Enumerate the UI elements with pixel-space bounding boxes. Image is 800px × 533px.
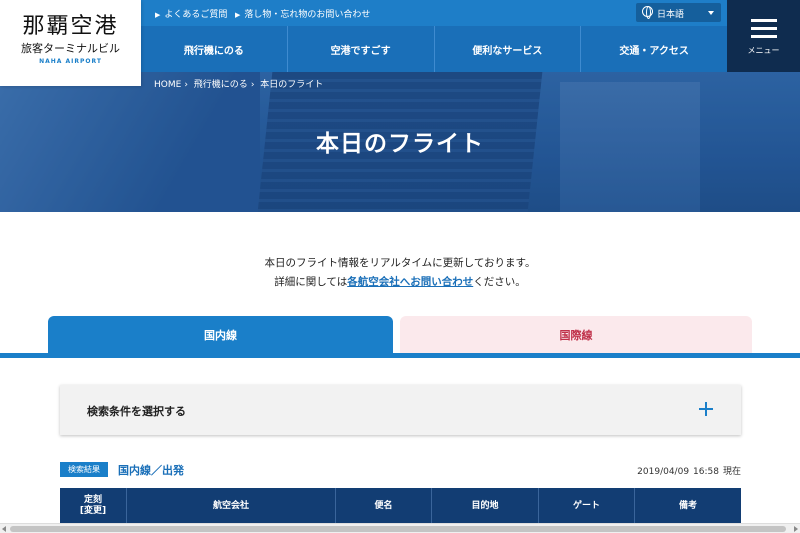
top-utility-bar: ▶ よくあるご質問 ▶ 落し物・忘れ物のお問い合わせ 日本語 — [141, 0, 727, 26]
breadcrumb-boarding[interactable]: 飛行機にのる — [194, 80, 248, 90]
result-title: 国内線／出発 — [118, 464, 184, 477]
column-airline: 航空会社 — [126, 488, 335, 524]
menu-button[interactable]: メニュー — [727, 0, 800, 72]
breadcrumb-separator-icon: › — [250, 80, 255, 90]
intro-line-2-suffix: ください。 — [473, 276, 526, 288]
update-suffix: 現在 — [722, 467, 741, 477]
caret-down-icon — [708, 11, 714, 15]
breadcrumb: HOME › 飛行機にのる › 本日のフライト — [154, 77, 326, 90]
nav-item-access[interactable]: 交通・アクセス — [580, 26, 727, 72]
intro-line-2-prefix: 詳細に関しては — [274, 276, 348, 288]
update-time: 16:58 — [693, 467, 719, 477]
column-scheduled: 定刻 [変更] — [60, 488, 126, 524]
chevron-right-icon: ▶ — [235, 11, 241, 19]
faq-link[interactable]: ▶ よくあるご質問 — [155, 7, 227, 20]
hamburger-icon — [751, 35, 777, 38]
search-conditions-label: 検索条件を選択する — [87, 405, 186, 418]
breadcrumb-home[interactable]: HOME — [154, 80, 181, 90]
lost-found-link[interactable]: ▶ 落し物・忘れ物のお問い合わせ — [235, 7, 370, 20]
main-nav: 飛行機にのる 空港ですごす 便利なサービス 交通・アクセス — [141, 26, 727, 72]
tab-underline — [0, 353, 800, 358]
hamburger-icon — [751, 27, 777, 30]
tab-domestic[interactable]: 国内線 — [48, 316, 393, 354]
column-destination: 目的地 — [431, 488, 538, 524]
horizontal-scrollbar[interactable] — [0, 523, 800, 533]
page: 那覇空港 旅客ターミナルビル NAHA AIRPORT ▶ よくあるご質問 ▶ 落し… — [0, 0, 800, 533]
column-gate: ゲート — [538, 488, 634, 524]
chevron-right-icon: ▶ — [155, 11, 161, 19]
update-date: 2019/04/09 — [637, 467, 690, 477]
column-remarks: 備考 — [634, 488, 741, 524]
intro-line-1: 本日のフライト情報をリアルタイムに更新しております。 — [264, 257, 536, 269]
hamburger-icon — [751, 19, 777, 22]
globe-icon — [642, 6, 653, 19]
breadcrumb-current: 本日のフライト — [260, 80, 324, 90]
logo-en-text: NAHA AIRPORT — [39, 58, 102, 65]
nav-item-boarding[interactable]: 飛行機にのる — [141, 26, 287, 72]
flight-table-header: 定刻 [変更] 航空会社 便名 目的地 ゲート 備考 — [60, 488, 741, 524]
logo-sub-text: 旅客ターミナルビル — [21, 42, 120, 55]
column-flight-number: 便名 — [335, 488, 431, 524]
page-title: 本日のフライト — [316, 131, 484, 157]
tab-international[interactable]: 国際線 — [400, 316, 752, 354]
plus-icon — [699, 402, 713, 416]
menu-label: メニュー — [747, 46, 780, 55]
airline-contact-link[interactable]: 各航空会社へお問い合わせ — [347, 276, 473, 288]
column-changed-label: [変更] — [79, 506, 107, 516]
scroll-left-icon[interactable] — [2, 526, 6, 532]
intro-text: 本日のフライト情報をリアルタイムに更新しております。 詳細に関しては各航空会社へ… — [0, 254, 800, 292]
language-label: 日本語 — [657, 10, 685, 20]
scroll-right-icon[interactable] — [794, 526, 798, 532]
intro-line-2: 詳細に関しては各航空会社へお問い合わせください。 — [0, 273, 800, 292]
hero-banner: HOME › 飛行機にのる › 本日のフライト 本日のフライト — [0, 72, 800, 212]
result-badge: 検索結果 — [60, 462, 108, 477]
language-selector[interactable]: 日本語 — [636, 3, 721, 22]
nav-item-airport[interactable]: 空港ですごす — [286, 26, 434, 72]
breadcrumb-separator-icon: › — [184, 80, 188, 90]
column-scheduled-label: 定刻 — [83, 495, 102, 505]
scrollbar-thumb[interactable] — [10, 526, 786, 532]
search-conditions-toggle[interactable]: 検索条件を選択する — [60, 385, 741, 435]
logo-main-text: 那覇空港 — [22, 14, 119, 39]
nav-item-services[interactable]: 便利なサービス — [433, 26, 581, 72]
faq-link-label: よくあるご質問 — [164, 10, 228, 20]
update-timestamp: 2019/04/09 16:58 現在 — [637, 464, 741, 477]
site-logo[interactable]: 那覇空港 旅客ターミナルビル NAHA AIRPORT — [0, 0, 141, 86]
lost-found-link-label: 落し物・忘れ物のお問い合わせ — [244, 10, 371, 20]
